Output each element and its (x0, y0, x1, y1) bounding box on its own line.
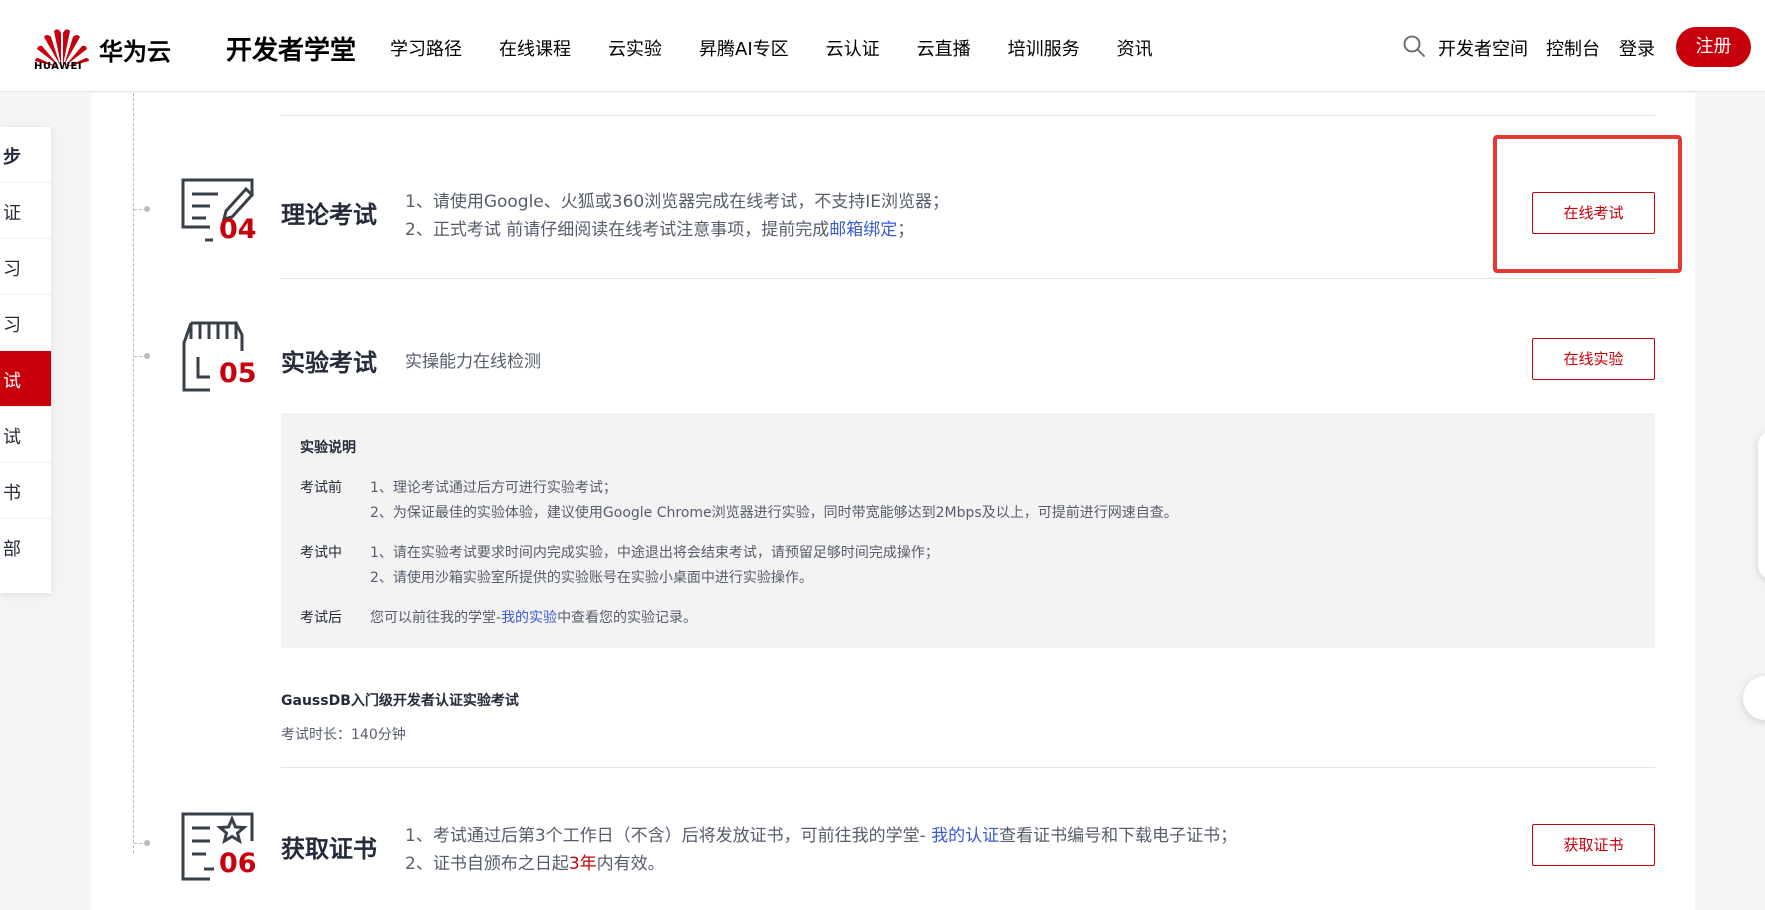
timeline-dot (144, 353, 150, 359)
divider (281, 278, 1655, 279)
search-icon[interactable] (1402, 34, 1426, 58)
highlight-box (1493, 135, 1682, 273)
note-text: 2、证书自颁布之日起 (405, 854, 569, 874)
step-nav-label: 习 (3, 315, 21, 336)
email-binding-link[interactable]: 邮箱绑定 (829, 220, 897, 240)
timeline-connector (134, 356, 142, 357)
developer-space-link[interactable]: 开发者空间 (1438, 35, 1528, 61)
before-exam-note-2: 2、为保证最佳的实验体验，建议使用Google Chrome浏览器进行实验，同时… (370, 505, 1178, 521)
nav-item-training[interactable]: 培训服务 (1008, 35, 1080, 61)
step-nav-label: 书 (3, 483, 21, 504)
note-text: 2、正式考试 前请仔细阅读在线考试注意事项，提前完成 (405, 220, 830, 240)
nav-item-news[interactable]: 资讯 (1117, 35, 1153, 61)
get-certificate-title: 获取证书 (281, 835, 377, 863)
certificate-note-2: 2、证书自颁布之日起3年内有效。 (405, 849, 665, 874)
timeline-dot (144, 206, 150, 212)
during-exam-label: 考试中 (300, 545, 342, 561)
nav-item-learning-path[interactable]: 学习路径 (390, 35, 462, 61)
nav-item-cloud-labs[interactable]: 云实验 (608, 35, 662, 61)
brand-name[interactable]: 华为云 (99, 32, 171, 67)
register-button[interactable]: 注册 (1676, 27, 1751, 67)
console-link[interactable]: 控制台 (1546, 35, 1600, 61)
validity-period: 3年 (568, 854, 597, 874)
step-number: 06 (219, 848, 257, 879)
step-nav-item[interactable]: 试 (0, 407, 51, 463)
step-nav-item[interactable]: 习 (0, 239, 51, 295)
my-labs-link[interactable]: 我的实验 (501, 610, 557, 626)
lab-exam-duration: 考试时长：140分钟 (281, 727, 406, 743)
after-exam-note: 您可以前往我的学堂-我的实验中查看您的实验记录。 (370, 607, 697, 627)
step-nav-item[interactable]: 部 (0, 519, 51, 575)
step-nav-item-active[interactable]: 试 (0, 351, 51, 407)
nav-item-certification[interactable]: 云认证 (826, 35, 880, 61)
timeline-connector (134, 209, 142, 210)
step-nav-label: 部 (3, 539, 21, 560)
step-number: 04 (219, 214, 257, 245)
lab-exam-title: 实验考试 (281, 349, 377, 377)
theory-exam-note-1: 1、请使用Google、火狐或360浏览器完成在线考试，不支持IE浏览器； (405, 192, 949, 212)
certificate-note-1: 1、考试通过后第3个工作日（不含）后将发放证书，可前往我的学堂- 我的认证查看证… (405, 821, 1237, 846)
step-number: 05 (219, 358, 257, 389)
login-link[interactable]: 登录 (1619, 35, 1655, 61)
top-header: HUAWEI 华为云 开发者学堂 学习路径 在线课程 云实验 昇腾AI专区 云认… (0, 0, 1765, 92)
nav-item-ascend-ai[interactable]: 昇腾AI专区 (699, 35, 789, 61)
timeline-line (133, 93, 134, 853)
step-nav-label: 证 (3, 203, 21, 224)
note-text: 内有效。 (596, 854, 665, 874)
timeline-connector (134, 843, 142, 844)
nav-item-online-courses[interactable]: 在线课程 (499, 35, 571, 61)
step-nav-label: 试 (3, 371, 21, 392)
before-exam-note-1: 1、理论考试通过后方可进行实验考试； (370, 480, 617, 496)
logo-wordmark: HUAWEI (34, 61, 83, 72)
online-lab-button[interactable]: 在线实验 (1532, 338, 1655, 380)
during-exam-note-1: 1、请在实验考试要求时间内完成实验，中途退出将会结束考试，请预留足够时间完成操作… (370, 545, 939, 561)
lab-instructions-title: 实验说明 (300, 440, 356, 456)
floating-side-panel[interactable] (1758, 430, 1765, 580)
timeline-dot (144, 840, 150, 846)
note-text: 查看证书编号和下载电子证书； (999, 826, 1238, 846)
step-nav-item[interactable]: 习 (0, 295, 51, 351)
lab-exam-name: GaussDB入门级开发者认证实验考试 (281, 693, 519, 709)
step-nav: 步 证 习 习 试 试 书 部 (0, 127, 51, 593)
step-nav-item[interactable]: 步 (0, 127, 51, 183)
nav-item-live[interactable]: 云直播 (917, 35, 971, 61)
get-certificate-button[interactable]: 获取证书 (1532, 824, 1655, 866)
note-text: 中查看您的实验记录。 (557, 610, 698, 626)
theory-exam-title: 理论考试 (281, 201, 377, 229)
lab-exam-subtitle: 实操能力在线检测 (405, 352, 541, 372)
floating-side-button[interactable] (1743, 676, 1765, 720)
before-exam-label: 考试前 (300, 480, 342, 496)
lab-instructions-box: 实验说明 考试前 1、理论考试通过后方可进行实验考试； 2、为保证最佳的实验体验… (281, 413, 1655, 648)
my-certification-link[interactable]: 我的认证 (931, 826, 999, 846)
during-exam-note-2: 2、请使用沙箱实验室所提供的实验账号在实验小桌面中进行实验操作。 (370, 570, 813, 586)
step-nav-label: 步 (3, 147, 21, 168)
step-nav-item[interactable]: 证 (0, 183, 51, 239)
note-text: ； (897, 220, 915, 240)
divider (281, 115, 1655, 116)
step-nav-label: 试 (3, 427, 21, 448)
note-text: 1、考试通过后第3个工作日（不含）后将发放证书，可前往我的学堂- (405, 826, 932, 846)
divider (281, 767, 1655, 768)
theory-exam-note-2: 2、正式考试 前请仔细阅读在线考试注意事项，提前完成邮箱绑定； (405, 215, 914, 240)
step-nav-item[interactable]: 书 (0, 463, 51, 519)
site-title[interactable]: 开发者学堂 (226, 30, 356, 67)
after-exam-label: 考试后 (300, 610, 342, 626)
step-nav-label: 习 (3, 259, 21, 280)
note-text: 您可以前往我的学堂- (370, 610, 502, 626)
main-nav: 学习路径 在线课程 云实验 昇腾AI专区 云认证 云直播 培训服务 资讯 (390, 35, 1190, 61)
